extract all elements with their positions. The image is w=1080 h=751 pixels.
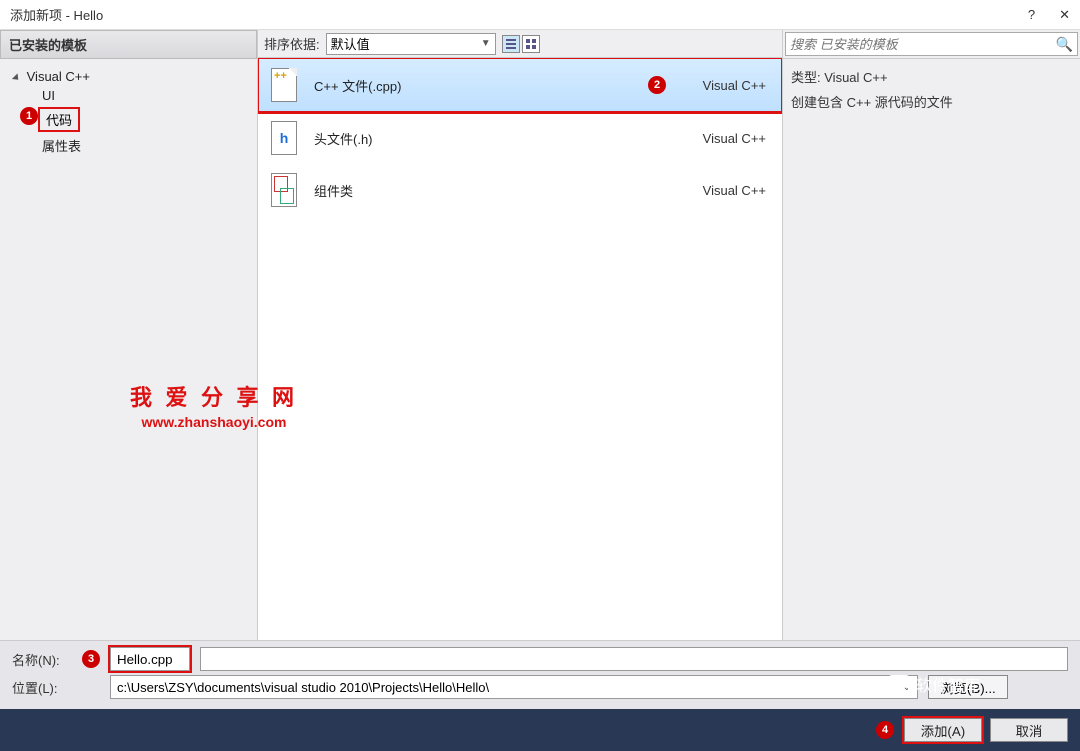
annotation-badge-4: 4	[876, 721, 894, 739]
annotation-badge-3: 3	[82, 650, 100, 668]
search-box[interactable]: 🔍	[785, 32, 1078, 56]
titlebar: 添加新项 - Hello ? ✕	[0, 0, 1080, 30]
template-list: C++ 文件(.cpp) 2 Visual C++ h 头文件(.h) Visu…	[258, 58, 782, 640]
location-label: 位置(L):	[12, 678, 72, 697]
action-bar: 4 添加(A) 取消	[0, 709, 1080, 751]
name-input-highlight[interactable]	[110, 647, 190, 671]
cancel-button[interactable]: 取消	[990, 718, 1068, 742]
chat-icon	[888, 675, 910, 693]
template-row-h[interactable]: h 头文件(.h) Visual C++	[258, 112, 782, 164]
tree-item-ui[interactable]: UI	[8, 86, 249, 105]
help-button[interactable]: ?	[1028, 7, 1035, 23]
name-label: 名称(N):	[12, 650, 72, 669]
component-icon	[271, 173, 297, 207]
template-lang: Visual C++	[680, 131, 772, 146]
add-button[interactable]: 添加(A)	[904, 718, 982, 742]
type-label: 类型:	[791, 70, 821, 85]
cpp-file-icon	[271, 68, 297, 102]
window-title: 添加新项 - Hello	[10, 5, 1028, 24]
template-description: 创建包含 C++ 源代码的文件	[791, 92, 1072, 111]
view-list-icon[interactable]	[502, 35, 520, 53]
annotation-badge-1: 1	[20, 107, 38, 125]
search-icon: 🔍	[1056, 36, 1073, 53]
template-lang: Visual C++	[680, 183, 772, 198]
template-tree: Visual C++ UI 1 代码 属性表	[0, 63, 257, 161]
toolbar: 排序依据: 默认值 ▼	[258, 30, 782, 58]
template-name: C++ 文件(.cpp)	[314, 76, 634, 95]
sort-label: 排序依据:	[264, 34, 320, 53]
annotation-badge-2: 2	[648, 76, 666, 94]
chevron-down-icon	[12, 73, 21, 82]
close-button[interactable]: ✕	[1059, 7, 1070, 23]
tree-item-code[interactable]: 代码	[38, 107, 80, 132]
tree-root-visualcpp[interactable]: Visual C++	[8, 67, 249, 86]
footer-brand: 软件智库	[888, 672, 980, 696]
template-details: 类型: Visual C++ 创建包含 C++ 源代码的文件	[783, 59, 1080, 119]
location-input[interactable]: c:\Users\ZSY\documents\visual studio 201…	[110, 675, 918, 699]
type-value: Visual C++	[824, 70, 887, 85]
right-panel: 🔍 类型: Visual C++ 创建包含 C++ 源代码的文件	[783, 30, 1080, 640]
sort-dropdown[interactable]: 默认值 ▼	[326, 33, 496, 55]
view-grid-icon[interactable]	[522, 35, 540, 53]
template-name: 组件类	[314, 181, 666, 200]
tree-item-propsheet[interactable]: 属性表	[8, 134, 249, 157]
template-row-cpp[interactable]: C++ 文件(.cpp) 2 Visual C++	[258, 58, 782, 112]
name-input[interactable]	[200, 647, 1068, 671]
template-row-component[interactable]: 组件类 Visual C++	[258, 164, 782, 216]
search-input[interactable]	[790, 37, 1056, 52]
left-panel: 已安装的模板 Visual C++ UI 1 代码 属性表	[0, 30, 257, 640]
chevron-down-icon: ▼	[481, 38, 491, 49]
template-lang: Visual C++	[680, 78, 772, 93]
template-name: 头文件(.h)	[314, 129, 666, 148]
installed-templates-header: 已安装的模板	[0, 30, 257, 59]
h-file-icon: h	[271, 121, 297, 155]
center-panel: 排序依据: 默认值 ▼ C++ 文件(.cpp) 2 Visual C++ h …	[257, 30, 783, 640]
